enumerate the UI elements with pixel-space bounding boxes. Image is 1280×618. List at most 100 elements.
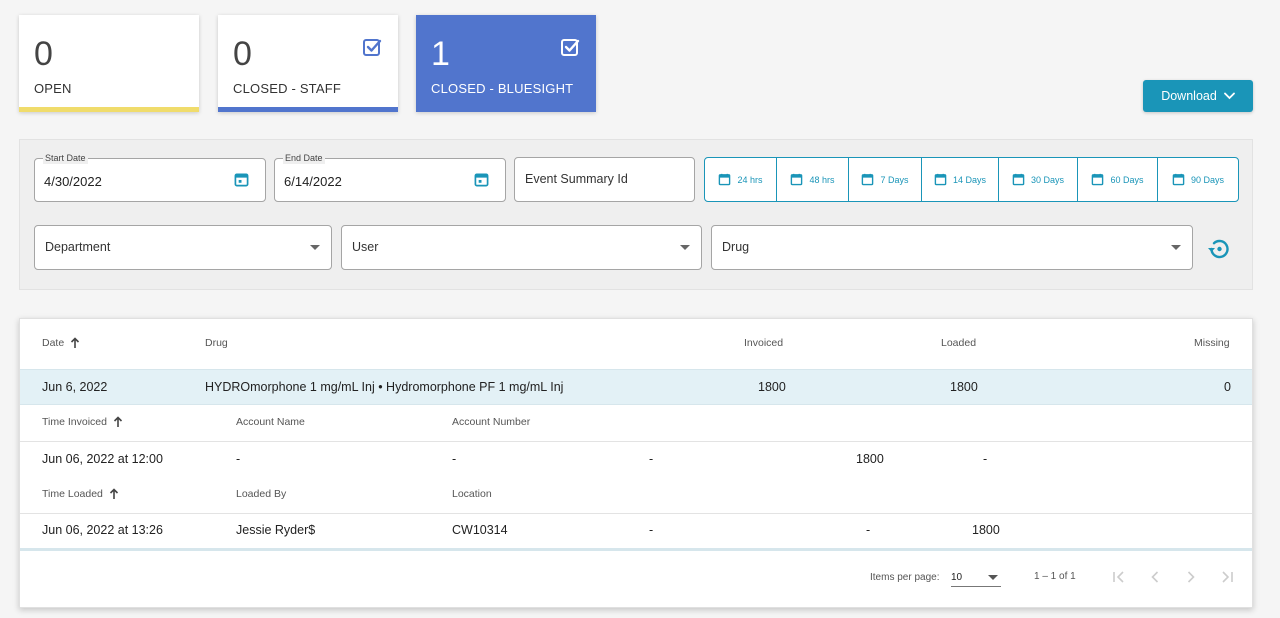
download-button[interactable]: Download xyxy=(1143,80,1253,112)
column-header-label: Invoiced xyxy=(744,337,784,349)
column-header-account-number: Account Number xyxy=(452,416,530,428)
range-label: 14 Days xyxy=(952,174,987,185)
column-header-label: Location xyxy=(452,488,492,500)
card-closed-bluesight[interactable]: 1 CLOSED - BLUESIGHT xyxy=(416,15,596,112)
card-status-bar xyxy=(218,107,398,112)
start-date-value: 4/30/2022 xyxy=(44,174,102,189)
range-label: 30 Days xyxy=(1030,174,1065,185)
sort-ascending-icon xyxy=(109,488,118,499)
restore-icon[interactable] xyxy=(1205,235,1233,263)
sort-ascending-icon xyxy=(113,416,123,427)
range-label: 60 Days xyxy=(1110,174,1144,185)
calendar-icon xyxy=(719,173,731,186)
dropdown-arrow-icon xyxy=(310,245,320,250)
first-page-icon[interactable] xyxy=(1111,569,1127,585)
quick-range-group: 24 hrs 48 hrs 7 Days 14 Days 30 Days 60 … xyxy=(704,157,1239,202)
start-date-field[interactable]: Start Date 4/30/2022 xyxy=(34,153,266,202)
card-open[interactable]: 0 OPEN xyxy=(19,15,199,112)
next-page-icon[interactable] xyxy=(1183,569,1199,585)
calendar-icon xyxy=(1172,173,1185,186)
column-header-location: Location xyxy=(452,488,492,500)
range-90-days-button[interactable]: 90 Days xyxy=(1158,158,1238,201)
row-loaded: 1800 xyxy=(950,380,978,394)
invoiced-col6: - xyxy=(983,452,988,466)
range-14-days-button[interactable]: 14 Days xyxy=(922,158,999,201)
invoiced-quantity: 1800 xyxy=(856,452,884,466)
column-header-label: Date xyxy=(42,337,65,349)
range-48-hrs-button[interactable]: 48 hrs xyxy=(777,158,849,201)
department-placeholder: Department xyxy=(45,240,111,254)
drug-placeholder: Drug xyxy=(722,240,750,254)
column-header-loaded[interactable]: Loaded xyxy=(941,337,976,349)
calendar-icon[interactable] xyxy=(474,172,489,187)
dropdown-arrow-icon xyxy=(988,575,998,580)
range-60-days-button[interactable]: 60 Days xyxy=(1078,158,1158,201)
column-header-loaded-by: Loaded By xyxy=(236,488,286,500)
column-header-invoiced[interactable]: Invoiced xyxy=(744,337,783,349)
download-label: Download xyxy=(1161,89,1217,103)
card-closed-staff[interactable]: 0 CLOSED - STAFF xyxy=(218,15,398,112)
drug-select[interactable]: Drug xyxy=(711,225,1193,270)
column-header-date[interactable]: Date xyxy=(42,337,80,349)
calendar-icon xyxy=(791,173,803,186)
calendar-icon xyxy=(1092,173,1104,186)
end-date-label: End Date xyxy=(283,153,325,164)
sort-ascending-icon xyxy=(71,337,80,348)
loaded-location: CW10314 xyxy=(452,523,508,537)
loaded-col4: - xyxy=(649,523,654,537)
column-header-missing[interactable]: Missing xyxy=(1194,337,1230,349)
card-count: 0 xyxy=(34,35,53,73)
range-30-days-button[interactable]: 30 Days xyxy=(999,158,1078,201)
row-missing: 0 xyxy=(1224,380,1231,394)
range-label: 24 hrs xyxy=(737,174,763,185)
column-header-label: Time Loaded xyxy=(42,488,103,500)
end-date-value: 6/14/2022 xyxy=(284,174,342,189)
checkbox-checked-icon[interactable] xyxy=(560,37,580,57)
column-header-label: Account Name xyxy=(236,416,305,428)
calendar-icon xyxy=(1012,173,1025,186)
column-header-label: Drug xyxy=(205,337,228,349)
chevron-down-icon xyxy=(1223,92,1235,100)
column-header-label: Account Number xyxy=(452,416,531,428)
column-header-label: Loaded By xyxy=(236,488,287,500)
range-24-hrs-button[interactable]: 24 hrs xyxy=(705,158,777,201)
invoiced-account-number: - xyxy=(452,452,457,466)
row-invoiced: 1800 xyxy=(758,380,786,394)
card-count: 0 xyxy=(233,35,252,73)
card-label: CLOSED - BLUESIGHT xyxy=(431,81,574,96)
row-date: Jun 6, 2022 xyxy=(42,380,108,394)
items-per-page-value: 10 xyxy=(951,572,963,583)
event-summary-id-input[interactable]: Event Summary Id xyxy=(514,157,695,202)
range-label: 48 hrs xyxy=(809,174,835,185)
row-drug: HYDROmorphone 1 mg/mL Inj • Hydromorphon… xyxy=(205,380,564,394)
calendar-icon[interactable] xyxy=(234,172,249,187)
column-header-account-name: Account Name xyxy=(236,416,305,428)
loaded-quantity: 1800 xyxy=(972,523,1000,537)
filter-panel: Start Date 4/30/2022 End Date 6/14/2022 … xyxy=(19,139,1253,290)
card-count: 1 xyxy=(431,35,450,73)
column-header-time-invoiced[interactable]: Time Invoiced xyxy=(42,416,123,428)
divider xyxy=(20,513,1252,514)
range-label: 7 Days xyxy=(880,174,909,185)
range-7-days-button[interactable]: 7 Days xyxy=(849,158,922,201)
calendar-icon xyxy=(934,173,947,186)
calendar-icon xyxy=(862,173,874,186)
items-per-page-select[interactable]: 10 xyxy=(951,570,1001,587)
checkbox-checked-icon[interactable] xyxy=(362,37,382,57)
event-summary-placeholder: Event Summary Id xyxy=(525,172,628,186)
column-header-label: Missing xyxy=(1194,337,1230,349)
end-date-field[interactable]: End Date 6/14/2022 xyxy=(274,153,506,202)
events-table: Date Drug Invoiced Loaded Missing Jun 6,… xyxy=(19,318,1253,608)
invoiced-col4: - xyxy=(649,452,654,466)
range-label: 90 Days xyxy=(1190,174,1225,185)
column-header-time-loaded[interactable]: Time Loaded xyxy=(42,488,119,500)
user-placeholder: User xyxy=(352,240,379,254)
user-select[interactable]: User xyxy=(341,225,702,270)
card-label: OPEN xyxy=(34,81,72,96)
previous-page-icon[interactable] xyxy=(1147,569,1163,585)
dropdown-arrow-icon xyxy=(680,245,690,250)
last-page-icon[interactable] xyxy=(1219,569,1235,585)
department-select[interactable]: Department xyxy=(34,225,332,270)
start-date-label: Start Date xyxy=(43,153,88,164)
column-header-drug[interactable]: Drug xyxy=(205,337,228,349)
